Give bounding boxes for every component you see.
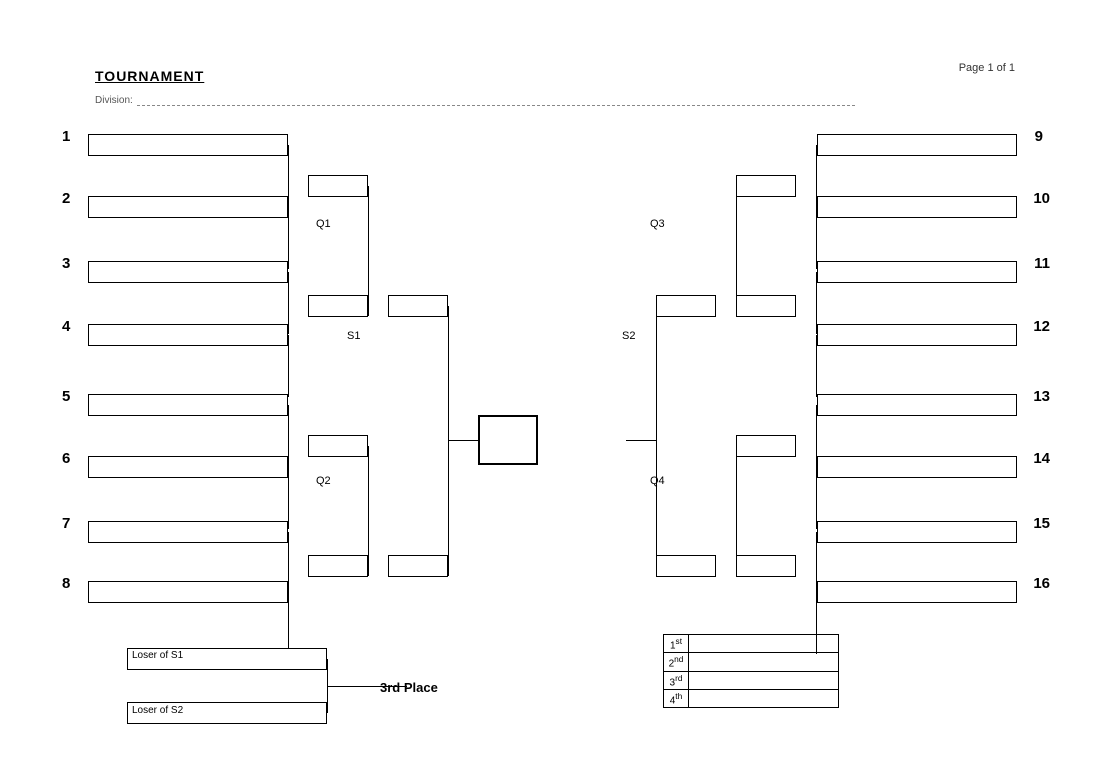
q3b-line-v-bottom — [816, 335, 817, 397]
q2b-line-v-bottom — [288, 592, 289, 654]
seed-15-label: 15 — [1033, 515, 1050, 532]
q4-result-box — [736, 435, 796, 457]
result-1st — [689, 635, 839, 653]
seed-15-box — [817, 521, 1017, 543]
seed-5-label: 5 — [62, 388, 70, 405]
q3-line-v-top — [816, 145, 817, 207]
seed-9-box — [817, 134, 1017, 156]
q2-line-v-top — [288, 405, 289, 467]
q4b-line-v-top — [816, 532, 817, 594]
division-label: Division: — [95, 95, 133, 106]
q3b-result-box — [736, 295, 796, 317]
s1-line-v-bottom — [368, 446, 369, 576]
s1-result-box — [388, 295, 448, 317]
seed-14-label: 14 — [1033, 450, 1050, 467]
seed-7-box — [88, 521, 288, 543]
seed-14-box — [817, 456, 1017, 478]
seed-12-label: 12 — [1033, 318, 1050, 335]
q2b-result-box — [308, 555, 368, 577]
results-row-3: 3rd — [664, 671, 839, 689]
s1-center-line-v — [448, 306, 449, 576]
s2-center-line-v — [656, 306, 657, 576]
seed-8-box — [88, 581, 288, 603]
q2-label: Q2 — [316, 475, 331, 487]
s1-label: S1 — [347, 330, 360, 342]
q1-line-v-top — [288, 145, 289, 207]
place-4th: 4th — [664, 689, 689, 707]
s2-result-box — [656, 295, 716, 317]
page-number: Page 1 of 1 — [959, 62, 1015, 74]
seed-6-label: 6 — [62, 450, 70, 467]
seed-10-box — [817, 196, 1017, 218]
seed-9-label: 9 — [1035, 128, 1043, 145]
seed-11-box — [817, 261, 1017, 283]
place-3rd: 3rd — [664, 671, 689, 689]
loser-s1-label: Loser of S1 — [132, 650, 183, 661]
q3-result-box — [736, 175, 796, 197]
q2b-line-v-top — [288, 532, 289, 594]
seed-13-label: 13 — [1033, 388, 1050, 405]
q3b-line-v-top — [816, 272, 817, 334]
q4-label: Q4 — [650, 475, 665, 487]
s1-center-line-h — [448, 440, 478, 441]
seed-11-label: 11 — [1034, 255, 1050, 272]
seed-4-label: 4 — [62, 318, 70, 335]
q4-line-v-bottom — [816, 467, 817, 529]
q3-line-v-bottom — [816, 207, 817, 269]
seed-8-label: 8 — [62, 575, 70, 592]
q1b-line-v-bottom — [288, 335, 289, 397]
page-title: TOURNAMENT — [95, 68, 204, 84]
seed-2-box — [88, 196, 288, 218]
results-row-1: 1st — [664, 635, 839, 653]
seed-10-label: 10 — [1033, 190, 1050, 207]
tournament-page: Page 1 of 1 TOURNAMENT Division: 1 2 3 4… — [0, 0, 1105, 773]
place-1st: 1st — [664, 635, 689, 653]
loser-s2-label: Loser of S2 — [132, 705, 183, 716]
q1-line-v-bottom — [288, 207, 289, 269]
seed-5-box — [88, 394, 288, 416]
seed-2-label: 2 — [62, 190, 70, 207]
division-line: Division: — [95, 95, 855, 106]
place-2nd: 2nd — [664, 653, 689, 671]
q4b-result-box — [736, 555, 796, 577]
division-underline — [137, 96, 855, 106]
seed-6-box — [88, 456, 288, 478]
s2-center-line-h — [626, 440, 656, 441]
q1-label: Q1 — [316, 218, 331, 230]
result-2nd — [689, 653, 839, 671]
results-row-2: 2nd — [664, 653, 839, 671]
results-row-4: 4th — [664, 689, 839, 707]
seed-16-label: 16 — [1033, 575, 1050, 592]
result-4th — [689, 689, 839, 707]
seed-12-box — [817, 324, 1017, 346]
q2-line-v-bottom — [288, 467, 289, 529]
s2-label: S2 — [622, 330, 635, 342]
result-3rd — [689, 671, 839, 689]
q1b-result-box — [308, 295, 368, 317]
q1b-line-v-top — [288, 272, 289, 334]
seed-1-box — [88, 134, 288, 156]
s2-line-v-bottom-r — [736, 446, 737, 576]
s2-line-v-top-r — [736, 186, 737, 316]
seed-3-box — [88, 261, 288, 283]
seed-7-label: 7 — [62, 515, 70, 532]
q2-result-box — [308, 435, 368, 457]
q3-label: Q3 — [650, 218, 665, 230]
seed-3-label: 3 — [62, 255, 70, 272]
q1-result-box — [308, 175, 368, 197]
q4-line-v-top — [816, 405, 817, 467]
results-table: 1st 2nd 3rd 4th — [663, 634, 839, 708]
winner-box — [478, 415, 538, 465]
seed-1-label: 1 — [62, 128, 70, 145]
seed-16-box — [817, 581, 1017, 603]
seed-13-box — [817, 394, 1017, 416]
third-place-label: 3rd Place — [380, 680, 438, 695]
s1b-result-box — [388, 555, 448, 577]
s2b-result-box — [656, 555, 716, 577]
s1-line-v-top — [368, 186, 369, 316]
seed-4-box — [88, 324, 288, 346]
